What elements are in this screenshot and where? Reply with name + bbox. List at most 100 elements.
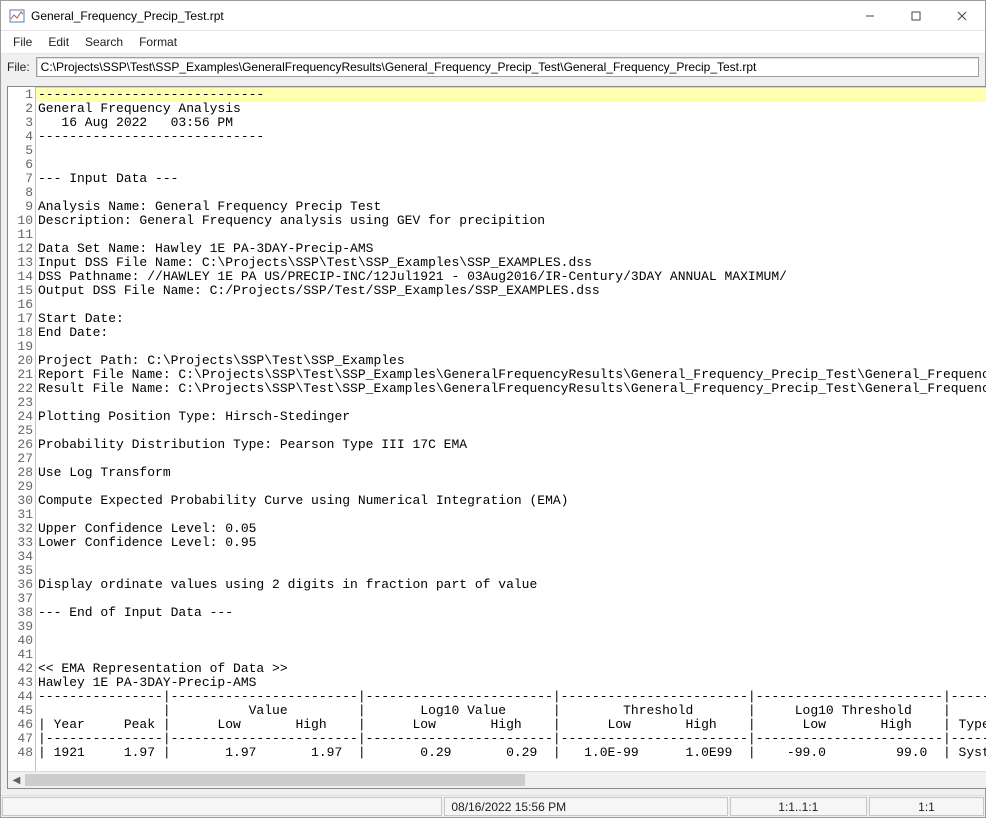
line-number: 6 xyxy=(8,158,35,172)
maximize-button[interactable] xyxy=(893,1,939,31)
line-number: 24 xyxy=(8,410,35,424)
code-line[interactable]: End Date: xyxy=(36,326,986,340)
line-number: 42 xyxy=(8,662,35,676)
line-gutter: 1234567891011121314151617181920212223242… xyxy=(8,87,36,771)
code-line[interactable]: Lower Confidence Level: 0.95 xyxy=(36,536,986,550)
line-number: 29 xyxy=(8,480,35,494)
line-number: 41 xyxy=(8,648,35,662)
code-line[interactable] xyxy=(36,228,986,242)
line-number: 9 xyxy=(8,200,35,214)
code-line[interactable]: | Value | Log10 Value | Threshold | Log1… xyxy=(36,704,986,718)
status-cell-1 xyxy=(2,797,442,816)
line-number: 40 xyxy=(8,634,35,648)
code-line[interactable]: Hawley 1E PA-3DAY-Precip-AMS xyxy=(36,676,986,690)
code-line[interactable]: Display ordinate values using 2 digits i… xyxy=(36,578,986,592)
code-line[interactable]: ----------------|-----------------------… xyxy=(36,690,986,704)
code-line[interactable]: | 1921 1.97 | 1.97 1.97 | 0.29 0.29 | 1.… xyxy=(36,746,986,760)
status-datetime: 08/16/2022 15:56 PM xyxy=(444,797,727,816)
code-line[interactable] xyxy=(36,592,986,606)
code-line[interactable] xyxy=(36,564,986,578)
menu-file[interactable]: File xyxy=(5,33,40,51)
code-line[interactable]: Compute Expected Probability Curve using… xyxy=(36,494,986,508)
line-number: 21 xyxy=(8,368,35,382)
close-button[interactable] xyxy=(939,1,985,31)
horizontal-scroll-thumb[interactable] xyxy=(25,774,525,786)
code-line[interactable]: Input DSS File Name: C:\Projects\SSP\Tes… xyxy=(36,256,986,270)
code-line[interactable] xyxy=(36,298,986,312)
code-line[interactable]: Use Log Transform xyxy=(36,466,986,480)
line-number: 1 xyxy=(8,88,35,102)
code-line[interactable]: Analysis Name: General Frequency Precip … xyxy=(36,200,986,214)
file-path-input[interactable] xyxy=(36,57,979,77)
code-line[interactable] xyxy=(36,144,986,158)
line-number: 20 xyxy=(8,354,35,368)
code-line[interactable]: |---------------|-----------------------… xyxy=(36,732,986,746)
code-line[interactable] xyxy=(36,620,986,634)
line-number: 14 xyxy=(8,270,35,284)
code-line[interactable] xyxy=(36,452,986,466)
code-line[interactable] xyxy=(36,550,986,564)
code-line[interactable]: Result File Name: C:\Projects\SSP\Test\S… xyxy=(36,382,986,396)
code-line[interactable] xyxy=(36,508,986,522)
line-number: 43 xyxy=(8,676,35,690)
line-number: 46 xyxy=(8,718,35,732)
line-number: 7 xyxy=(8,172,35,186)
code-line[interactable]: Probability Distribution Type: Pearson T… xyxy=(36,438,986,452)
code-line[interactable] xyxy=(36,424,986,438)
line-number: 19 xyxy=(8,340,35,354)
menubar: File Edit Search Format xyxy=(1,31,985,54)
code-line[interactable]: DSS Pathname: //HAWLEY 1E PA US/PRECIP-I… xyxy=(36,270,986,284)
file-row: File: xyxy=(1,54,985,80)
line-number: 3 xyxy=(8,116,35,130)
code-line[interactable] xyxy=(36,648,986,662)
code-line[interactable] xyxy=(36,396,986,410)
code-line[interactable] xyxy=(36,340,986,354)
code-line[interactable]: Start Date: xyxy=(36,312,986,326)
line-number: 17 xyxy=(8,312,35,326)
code-line[interactable]: << EMA Representation of Data >> xyxy=(36,662,986,676)
menu-edit[interactable]: Edit xyxy=(40,33,77,51)
code-line[interactable]: Report File Name: C:\Projects\SSP\Test\S… xyxy=(36,368,986,382)
code-line[interactable]: General Frequency Analysis xyxy=(36,102,986,116)
code-line[interactable]: --- End of Input Data --- xyxy=(36,606,986,620)
app-icon xyxy=(9,8,25,24)
line-number: 37 xyxy=(8,592,35,606)
code-line[interactable]: Upper Confidence Level: 0.05 xyxy=(36,522,986,536)
code-line[interactable]: ----------------------------- xyxy=(36,88,986,102)
titlebar: General_Frequency_Precip_Test.rpt xyxy=(1,1,985,31)
editor-frame: 1234567891011121314151617181920212223242… xyxy=(7,86,986,789)
line-number: 32 xyxy=(8,522,35,536)
code-line[interactable]: ----------------------------- xyxy=(36,130,986,144)
line-number: 15 xyxy=(8,284,35,298)
line-number: 26 xyxy=(8,438,35,452)
text-editor[interactable]: -----------------------------General Fre… xyxy=(36,87,986,771)
scroll-left-arrow[interactable]: ◀ xyxy=(8,772,25,788)
code-line[interactable]: Description: General Frequency analysis … xyxy=(36,214,986,228)
code-line[interactable] xyxy=(36,634,986,648)
status-ratio: 1:1 xyxy=(869,797,984,816)
file-label: File: xyxy=(7,60,30,74)
status-position: 1:1..1:1 xyxy=(730,797,867,816)
code-line[interactable] xyxy=(36,158,986,172)
code-line[interactable]: --- Input Data --- xyxy=(36,172,986,186)
code-line[interactable] xyxy=(36,186,986,200)
code-line[interactable]: Data Set Name: Hawley 1E PA-3DAY-Precip-… xyxy=(36,242,986,256)
minimize-button[interactable] xyxy=(847,1,893,31)
code-line[interactable]: Plotting Position Type: Hirsch-Stedinger xyxy=(36,410,986,424)
window-title: General_Frequency_Precip_Test.rpt xyxy=(31,9,224,23)
code-line[interactable]: 16 Aug 2022 03:56 PM xyxy=(36,116,986,130)
statusbar: 08/16/2022 15:56 PM 1:1..1:1 1:1 xyxy=(1,795,985,817)
code-line[interactable]: Project Path: C:\Projects\SSP\Test\SSP_E… xyxy=(36,354,986,368)
line-number: 34 xyxy=(8,550,35,564)
line-number: 31 xyxy=(8,508,35,522)
code-line[interactable] xyxy=(36,480,986,494)
code-line[interactable]: Output DSS File Name: C:/Projects/SSP/Te… xyxy=(36,284,986,298)
line-number: 39 xyxy=(8,620,35,634)
menu-search[interactable]: Search xyxy=(77,33,131,51)
menu-format[interactable]: Format xyxy=(131,33,185,51)
horizontal-scrollbar[interactable]: ◀ ▶ xyxy=(8,771,986,788)
line-number: 5 xyxy=(8,144,35,158)
line-number: 48 xyxy=(8,746,35,760)
line-number: 38 xyxy=(8,606,35,620)
code-line[interactable]: | Year Peak | Low High | Low High | Low … xyxy=(36,718,986,732)
